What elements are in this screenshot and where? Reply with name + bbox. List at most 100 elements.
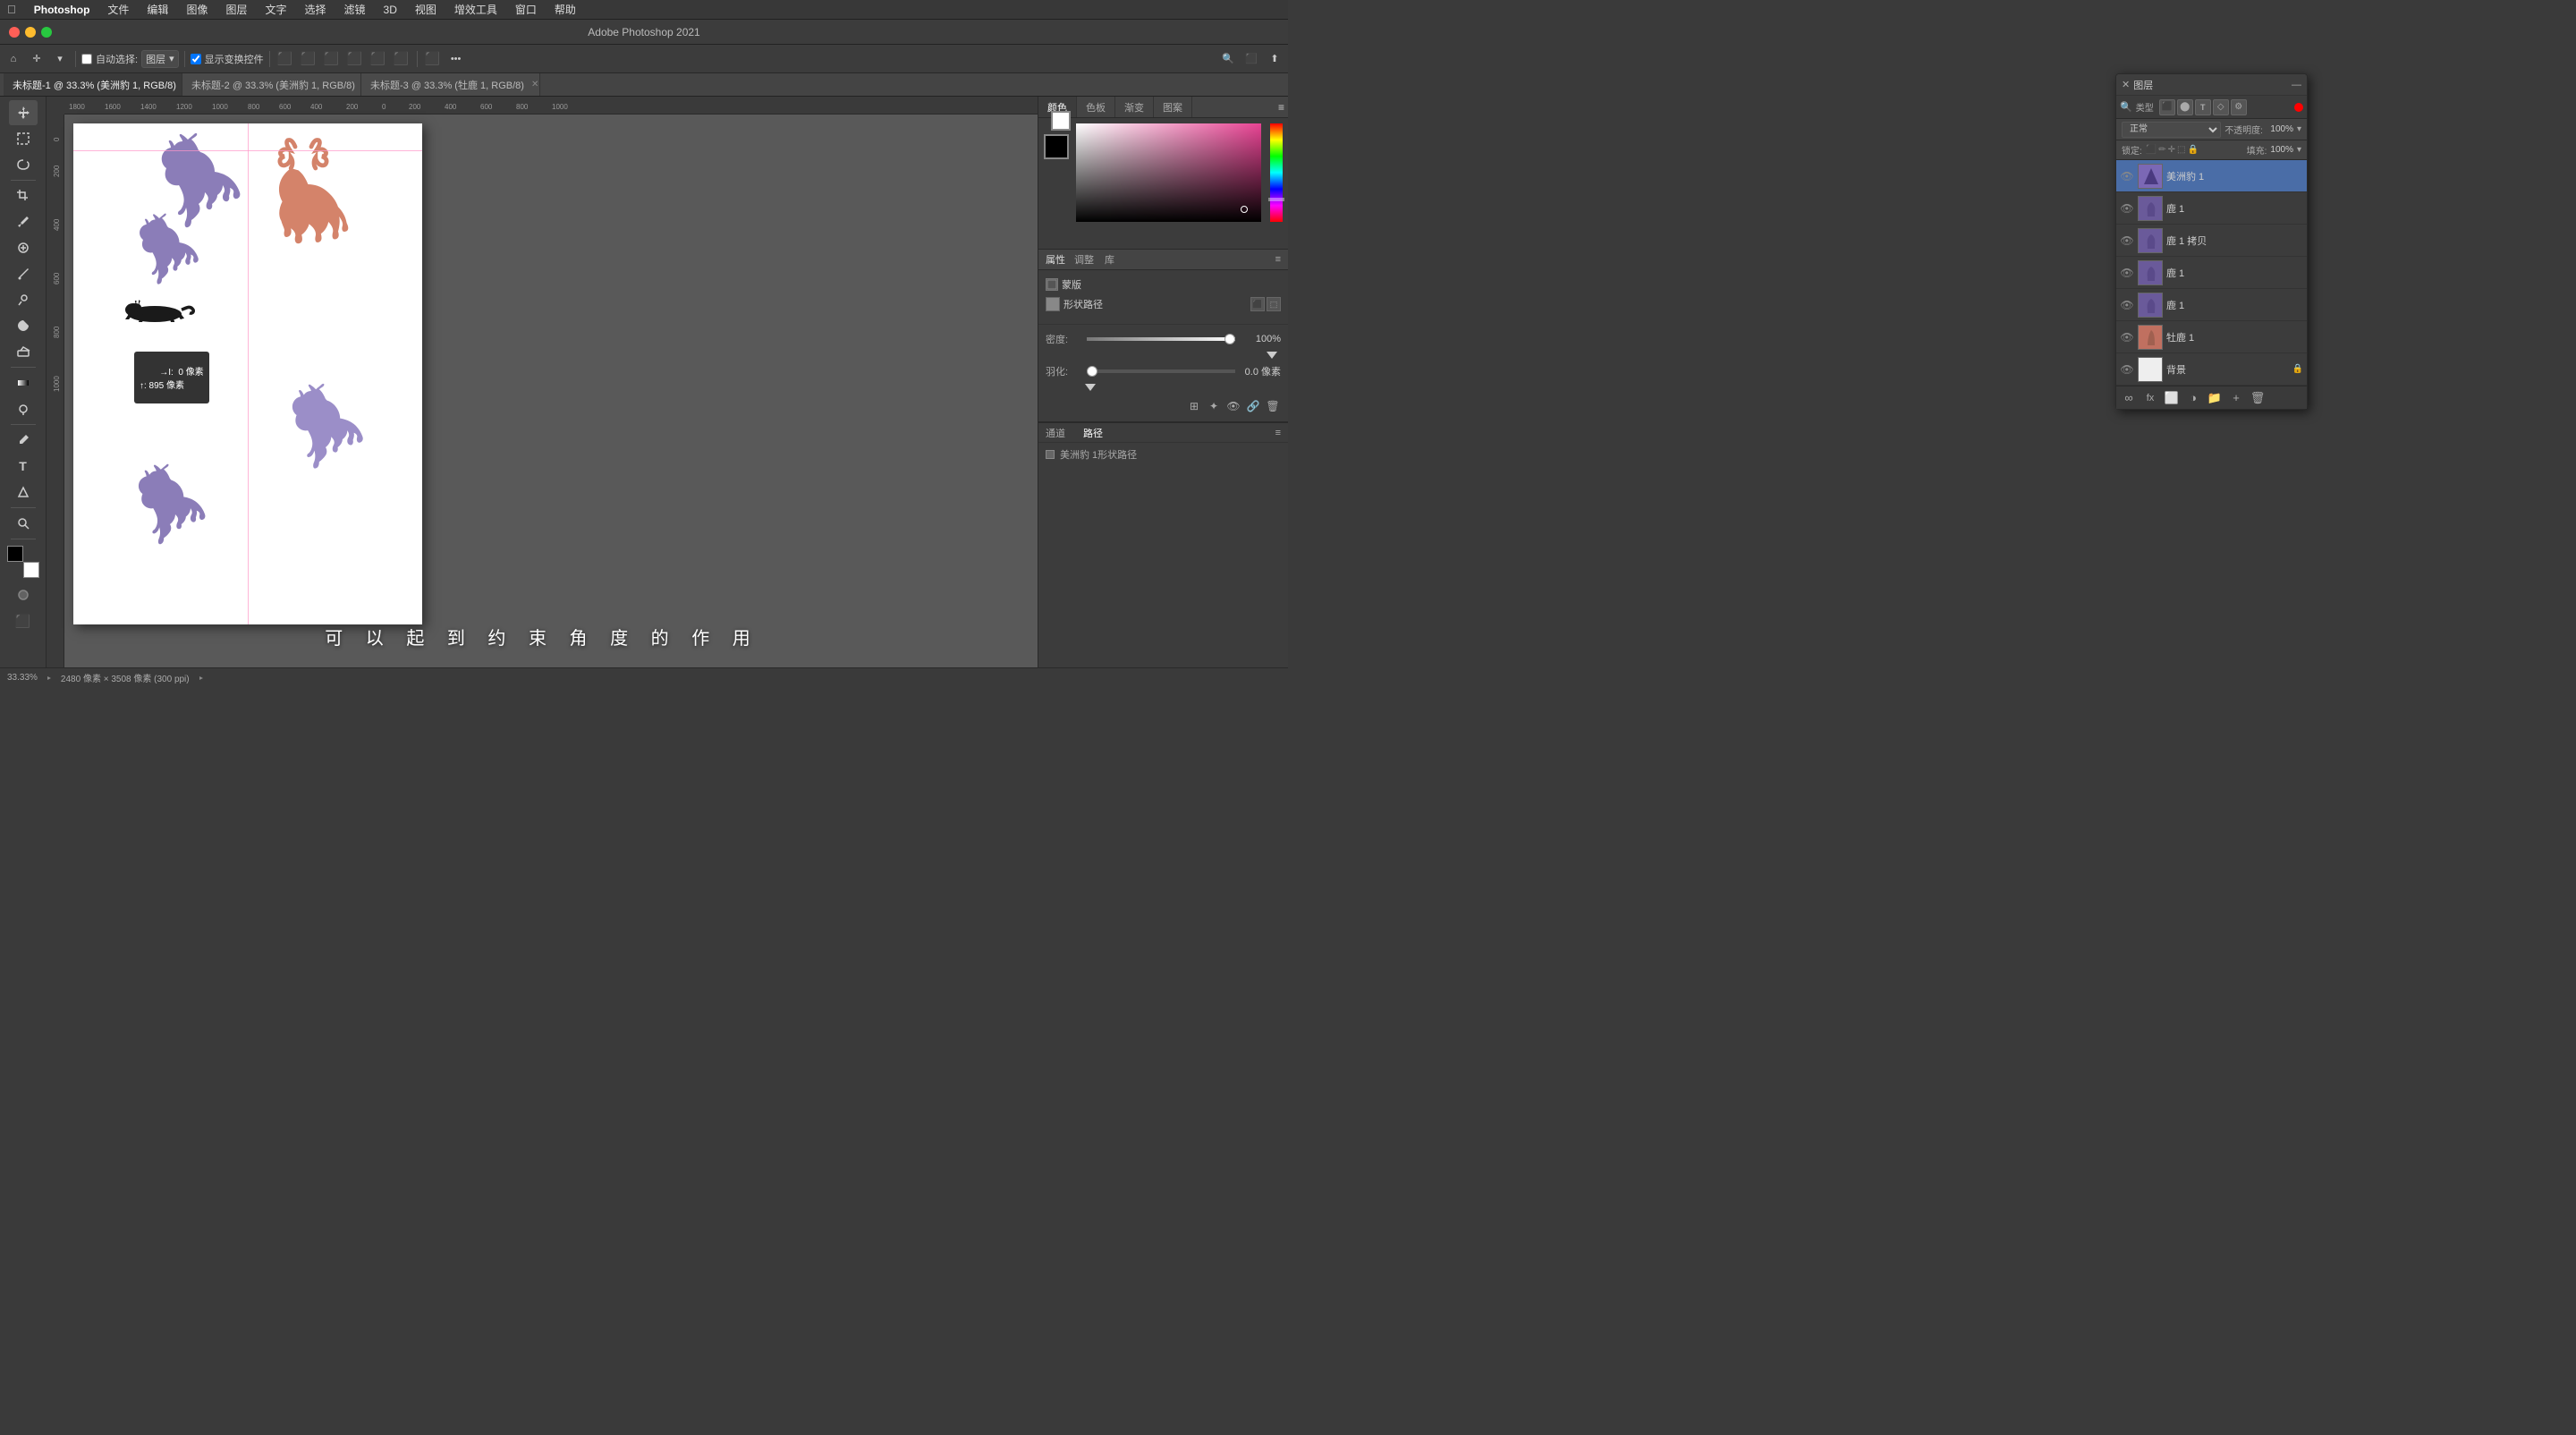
filter-pixel-btn[interactable]: ⬛ <box>2159 99 2175 115</box>
blend-mode-dropdown[interactable]: 正常 <box>2122 122 2221 138</box>
filter-smart-btn[interactable]: ⚙ <box>2231 99 2247 115</box>
screen-mode-tool[interactable]: ⬛ <box>9 608 38 633</box>
home-button[interactable]: ⌂ <box>4 49 23 69</box>
eyedropper-tool[interactable] <box>9 209 38 234</box>
patterns-tab[interactable]: 图案 <box>1154 97 1192 117</box>
layer-eye-5[interactable]: 👁 <box>2120 330 2134 344</box>
close-button[interactable] <box>9 27 20 38</box>
align-bottom-icon[interactable]: ⬛ <box>392 49 411 69</box>
path-panel-menu-btn[interactable]: ≡ <box>1275 428 1281 438</box>
layer-item-3[interactable]: 👁 鹿 1 <box>2116 257 2307 289</box>
dodge-tool[interactable] <box>9 396 38 421</box>
shape-mask-btn[interactable]: ⬚ <box>1267 297 1281 311</box>
density-slider-thumb[interactable] <box>1224 334 1235 344</box>
menu-photoshop[interactable]: Photoshop <box>27 2 97 18</box>
menu-text[interactable]: 文字 <box>258 0 293 19</box>
group-layers-btn[interactable]: 📁 <box>2206 389 2224 407</box>
menu-layer[interactable]: 图层 <box>218 0 254 19</box>
eraser-tool[interactable] <box>9 339 38 364</box>
quick-mask-tool[interactable] <box>9 582 38 607</box>
menu-3d[interactable]: 3D <box>377 2 404 18</box>
shape-select-btn[interactable]: ⬛ <box>1250 297 1265 311</box>
mask-grid-btn[interactable]: ⊞ <box>1186 398 1202 414</box>
color-spectrum[interactable] <box>1076 123 1261 222</box>
align-center-h-icon[interactable]: ⬛ <box>299 49 318 69</box>
auto-select-checkbox[interactable] <box>81 54 92 64</box>
add-layer-btn[interactable]: + <box>2227 389 2245 407</box>
add-style-btn[interactable]: fx <box>2141 389 2159 407</box>
filter-shape-btn[interactable]: ◇ <box>2213 99 2229 115</box>
lock-all-icon[interactable]: 🔒 <box>2187 145 2198 155</box>
menu-edit[interactable]: 编辑 <box>140 0 175 19</box>
layer-eye-1[interactable]: 👁 <box>2120 201 2134 216</box>
menu-plugins[interactable]: 增效工具 <box>447 0 504 19</box>
maximize-button[interactable] <box>41 27 52 38</box>
layer-item-5[interactable]: 👁 牡鹿 1 <box>2116 321 2307 353</box>
menu-image[interactable]: 图像 <box>179 0 215 19</box>
minimize-button[interactable] <box>25 27 36 38</box>
mask-star-btn[interactable]: ✦ <box>1206 398 1222 414</box>
more-options-button[interactable]: ••• <box>446 49 466 69</box>
paths-tab[interactable]: 路径 <box>1083 426 1103 440</box>
gradients-tab[interactable]: 渐变 <box>1115 97 1154 117</box>
menu-select[interactable]: 选择 <box>297 0 333 19</box>
dialog-minimize-button[interactable]: — <box>2292 80 2301 90</box>
hue-slider[interactable] <box>1270 123 1283 222</box>
lasso-tool[interactable] <box>9 152 38 177</box>
layer-eye-3[interactable]: 👁 <box>2120 266 2134 280</box>
properties-menu-btn[interactable]: ≡ <box>1275 254 1281 265</box>
dialog-close-button[interactable]: ✕ <box>2122 79 2130 90</box>
feather-slider[interactable] <box>1087 369 1235 373</box>
foreground-color-swatch[interactable] <box>1044 134 1069 159</box>
align-middle-icon[interactable]: ⬛ <box>369 49 388 69</box>
menu-file[interactable]: 文件 <box>100 0 136 19</box>
channels-tab[interactable]: 通道 <box>1046 426 1065 440</box>
lock-artboard-icon[interactable]: ⬚ <box>2177 145 2185 155</box>
filter-text-btn[interactable]: T <box>2195 99 2211 115</box>
tab-2[interactable]: 未标题-2 @ 33.3% (美洲豹 1, RGB/8) ✕ <box>182 73 361 96</box>
layer-item-4[interactable]: 👁 鹿 1 <box>2116 289 2307 321</box>
density-slider[interactable] <box>1087 337 1235 341</box>
adjustments-tab[interactable]: 调整 <box>1072 252 1096 267</box>
layer-item-0[interactable]: 👁 美洲豹 1 <box>2116 160 2307 192</box>
menu-view[interactable]: 视图 <box>408 0 444 19</box>
screen-mode-icon[interactable]: ⬛ <box>1241 49 1261 69</box>
tab-3-close[interactable]: ✕ <box>531 80 538 89</box>
layer-eye-2[interactable]: 👁 <box>2120 234 2134 248</box>
lock-position-icon[interactable]: ✛ <box>2168 145 2175 155</box>
align-right-icon[interactable]: ⬛ <box>322 49 342 69</box>
color-gradient-box[interactable] <box>1076 123 1261 222</box>
opacity-chevron[interactable]: ▾ <box>2297 124 2301 134</box>
menu-help[interactable]: 帮助 <box>547 0 583 19</box>
menu-filter[interactable]: 滤镜 <box>337 0 373 19</box>
align-top-icon[interactable]: ⬛ <box>345 49 365 69</box>
zoom-tool[interactable] <box>9 511 38 536</box>
color-swatches-tool[interactable] <box>7 546 39 578</box>
align-left-icon[interactable]: ⬛ <box>275 49 295 69</box>
add-adjustment-btn[interactable]: ◑ <box>2184 389 2202 407</box>
mask-link-btn[interactable]: 🔗 <box>1245 398 1261 414</box>
distribute-icons[interactable]: ⬛ <box>423 49 443 69</box>
layer-item-6[interactable]: 👁 背景 🔒 <box>2116 353 2307 386</box>
clone-stamp-tool[interactable] <box>9 287 38 312</box>
link-layers-btn[interactable]: ∞ <box>2120 389 2138 407</box>
move-tool[interactable]: ✛ <box>27 49 47 69</box>
swatches-tab[interactable]: 色板 <box>1077 97 1115 117</box>
lock-image-icon[interactable]: ✏ <box>2158 145 2165 155</box>
gradient-tool[interactable] <box>9 370 38 395</box>
feather-slider-thumb[interactable] <box>1087 366 1097 377</box>
mask-type-checkbox[interactable] <box>1046 278 1058 291</box>
rectangular-marquee-tool[interactable] <box>9 126 38 151</box>
layer-item-2[interactable]: 👁 鹿 1 拷贝 <box>2116 225 2307 257</box>
filter-adjustment-btn[interactable]: ⬤ <box>2177 99 2193 115</box>
brush-tool[interactable] <box>9 261 38 286</box>
history-brush-tool[interactable] <box>9 313 38 338</box>
move-tool-btn[interactable] <box>9 100 38 125</box>
layer-eye-4[interactable]: 👁 <box>2120 298 2134 312</box>
library-tab[interactable]: 库 <box>1103 252 1116 267</box>
tab-3[interactable]: 未标题-3 @ 33.3% (牡鹿 1, RGB/8) ✕ <box>361 73 540 96</box>
layer-item-1[interactable]: 👁 鹿 1 <box>2116 192 2307 225</box>
mask-eye-btn[interactable]: 👁 <box>1225 398 1241 414</box>
color-panel-menu-btn[interactable]: ≡ <box>1275 97 1288 117</box>
crop-tool[interactable] <box>9 183 38 208</box>
